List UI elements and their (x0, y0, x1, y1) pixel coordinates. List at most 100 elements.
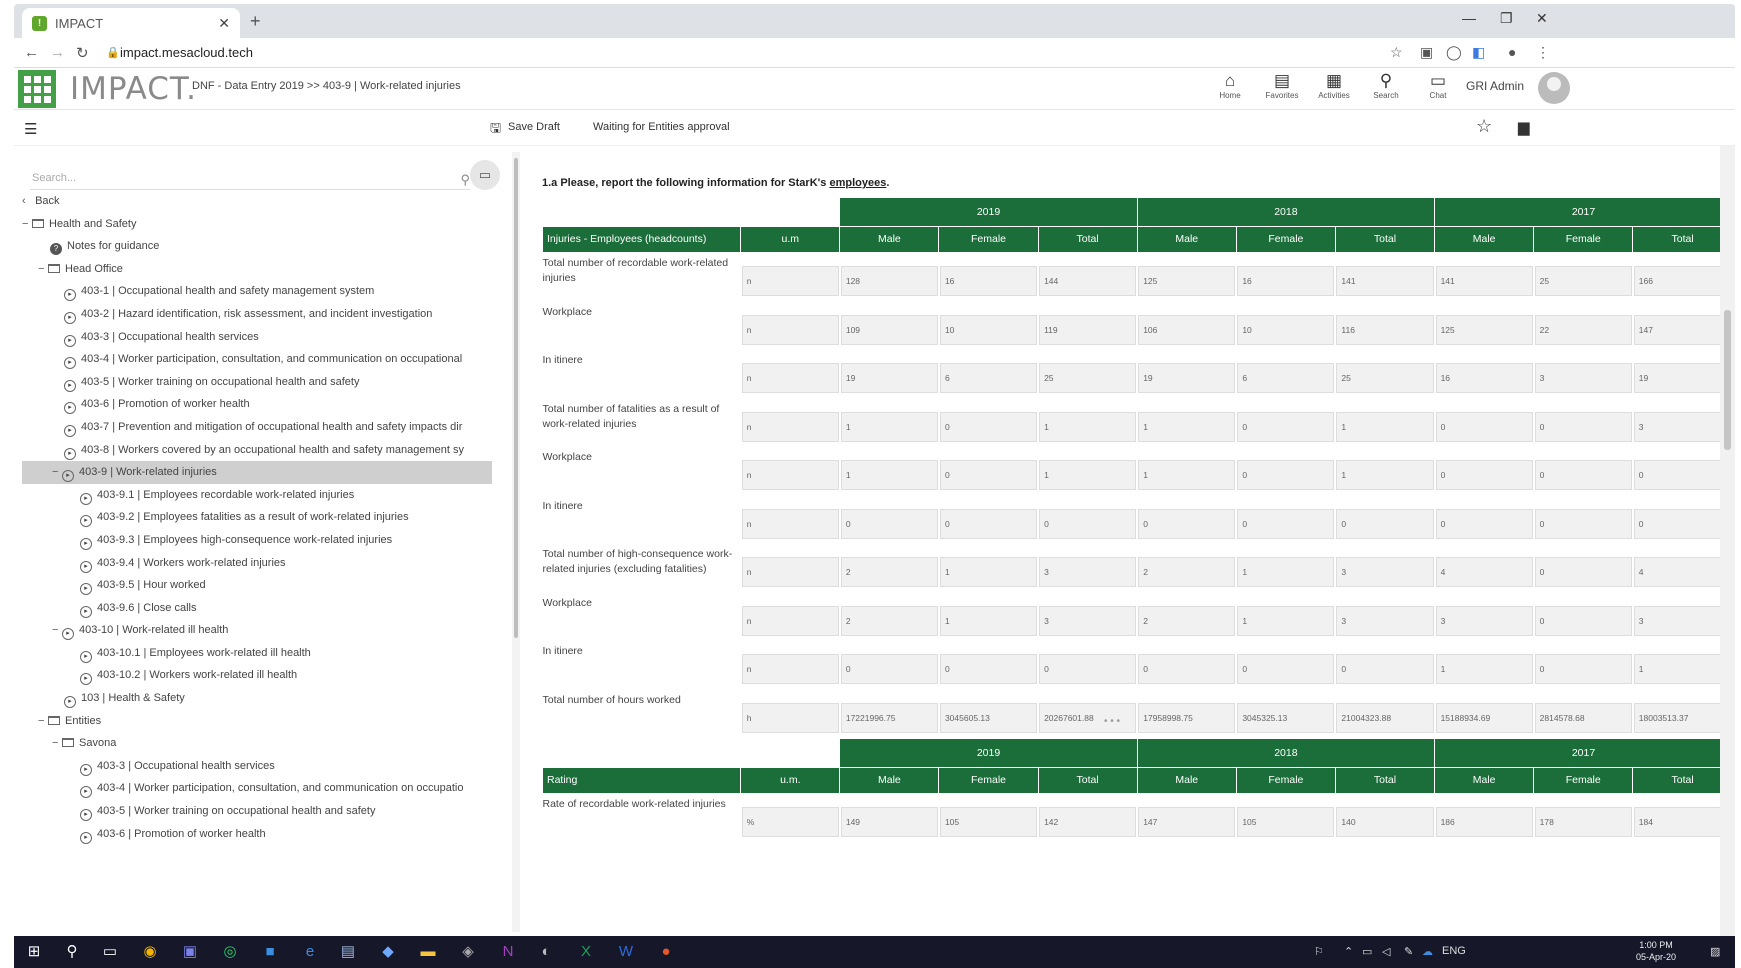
value-input[interactable]: 1 (1138, 460, 1236, 490)
value-input[interactable]: 16 (1237, 266, 1335, 296)
tree-node[interactable]: ▸ 403-3 | Occupational health services (22, 755, 492, 778)
value-input[interactable]: 6 (939, 363, 1038, 393)
value-input[interactable]: 2 (840, 557, 938, 587)
favorite-star-icon[interactable]: ☆ (1476, 116, 1492, 137)
value-input[interactable]: 0 (1138, 508, 1236, 539)
value-input[interactable]: 25 (1534, 266, 1632, 296)
tree-node[interactable]: ▸ 403-4 | Worker participation, consultat… (22, 348, 492, 371)
value-input[interactable]: 10 (939, 314, 1038, 345)
tree-node[interactable]: ▸ 403-2 | Hazard identification, risk ass… (22, 303, 492, 326)
value-input[interactable]: 25 (1336, 363, 1434, 393)
new-tab-icon[interactable]: + (250, 11, 261, 32)
value-input[interactable]: 0 (939, 460, 1038, 490)
value-input[interactable]: 0 (1435, 460, 1533, 490)
value-input[interactable]: 3 (1633, 605, 1728, 636)
value-input[interactable]: 0 (939, 411, 1038, 442)
value-input[interactable]: 0 (939, 654, 1038, 684)
search-icon[interactable]: ⚲ (460, 172, 470, 188)
tree-node[interactable]: ▸ 403-3 | Occupational health services (22, 326, 492, 349)
tree-node[interactable]: ▸ 403-9.6 | Close calls (22, 597, 492, 620)
bookmark-star-icon[interactable]: ☆ (1390, 44, 1403, 61)
sidebar-scroll-thumb[interactable] (514, 158, 518, 638)
onedrive-icon[interactable]: ☁ (1422, 945, 1433, 958)
sidebar-search-input[interactable]: Search... ⚲ (30, 172, 470, 190)
tree-node[interactable]: ▸ 403-6 | Promotion of worker health (22, 823, 492, 846)
value-input[interactable]: 0 (1237, 460, 1335, 490)
value-input[interactable]: 1 (1138, 411, 1236, 442)
apps-grid-icon[interactable] (18, 70, 56, 108)
value-input[interactable]: 0 (1237, 411, 1335, 442)
translate-icon[interactable]: ◧ (1472, 44, 1485, 61)
network-icon[interactable]: ▭ (1362, 945, 1372, 958)
value-input[interactable]: 0 (1435, 411, 1533, 442)
tree-node[interactable]: ▸ 403-9.4 | Workers work-related injuries (22, 552, 492, 575)
app-icon[interactable]: ■ (258, 941, 282, 963)
employees-link[interactable]: employees (829, 177, 886, 189)
um-field[interactable]: n (741, 460, 839, 490)
value-input[interactable]: 0 (939, 508, 1038, 539)
task-view-icon[interactable]: ▭ (98, 941, 122, 963)
language-indicator[interactable]: ENG (1442, 945, 1466, 957)
value-input[interactable]: 0 (1039, 654, 1137, 684)
tree-node[interactable]: ▸ 403-5 | Worker training on occupational… (22, 371, 492, 394)
value-input[interactable]: 2 (1138, 557, 1236, 587)
tree-node[interactable]: ▸ 403-4 | Worker participation, consultat… (22, 777, 492, 800)
value-input[interactable]: 1 (1039, 460, 1137, 490)
value-input[interactable]: 20267601.88 (1039, 702, 1137, 733)
close-window-icon[interactable]: ✕ (1536, 10, 1548, 27)
onenote-icon[interactable]: N (496, 941, 520, 963)
value-input[interactable]: 142 (1039, 807, 1137, 837)
value-input[interactable]: 1 (1336, 460, 1434, 490)
value-input[interactable]: 1 (939, 605, 1038, 636)
volume-icon[interactable]: ◁ (1382, 945, 1390, 958)
nav-home[interactable]: ⌂ Home (1204, 71, 1256, 100)
value-input[interactable]: 147 (1633, 314, 1728, 345)
nav-favorites[interactable]: ▤ Favorites (1256, 71, 1308, 100)
um-field[interactable]: n (741, 557, 839, 587)
tree-node[interactable]: ▸ 403-9.2 | Employees fatalities as a res… (22, 506, 492, 529)
tree-node[interactable]: ▸ 403-8 | Workers covered by an occupatio… (22, 439, 492, 462)
main-scrollbar[interactable] (1720, 146, 1735, 936)
value-input[interactable]: 3 (1435, 605, 1533, 636)
value-input[interactable]: 125 (1138, 266, 1236, 296)
whatsapp-icon[interactable]: ◎ (218, 941, 242, 963)
value-input[interactable]: 0 (1534, 605, 1632, 636)
value-input[interactable]: 1 (1039, 411, 1137, 442)
excel-icon[interactable]: X (574, 941, 598, 963)
value-input[interactable]: 140 (1336, 807, 1434, 837)
value-input[interactable]: 109 (840, 314, 938, 345)
value-input[interactable]: 1 (939, 557, 1038, 587)
reload-icon[interactable]: ↻ (76, 44, 89, 62)
value-input[interactable]: 3045325.13 (1237, 702, 1335, 733)
comment-icon[interactable]: ▆ (1518, 118, 1530, 136)
value-input[interactable]: 1 (840, 411, 938, 442)
value-input[interactable]: 0 (1336, 508, 1434, 539)
save-draft-button[interactable]: Save Draft (508, 121, 560, 133)
forward-arrow-icon[interactable]: → (50, 44, 65, 61)
value-input[interactable]: 125 (1435, 314, 1533, 345)
value-input[interactable]: 3 (1039, 557, 1137, 587)
value-input[interactable]: 1 (840, 460, 938, 490)
value-input[interactable]: 3 (1336, 557, 1434, 587)
value-input[interactable]: 25 (1039, 363, 1137, 393)
value-input[interactable]: 1 (1237, 557, 1335, 587)
value-input[interactable]: 0 (1138, 654, 1236, 684)
close-tab-icon[interactable]: ✕ (218, 15, 230, 32)
value-input[interactable]: 1 (1435, 654, 1533, 684)
user-name[interactable]: GRI Admin (1466, 79, 1524, 93)
tree-node[interactable]: − ▸ 403-10 | Work-related ill health (22, 619, 492, 642)
tree-node[interactable]: ▸ 403-6 | Promotion of worker health (22, 393, 492, 416)
value-input[interactable]: 1 (1237, 605, 1335, 636)
value-input[interactable]: 186 (1435, 807, 1533, 837)
value-input[interactable]: 21004323.88 (1336, 702, 1434, 733)
um-field[interactable]: h (741, 702, 839, 733)
um-field[interactable]: n (741, 266, 839, 296)
value-input[interactable]: 15188934.69 (1435, 702, 1533, 733)
file-explorer-icon[interactable]: ▬ (416, 941, 440, 963)
tree-node[interactable]: − Savona (22, 732, 492, 755)
um-field[interactable]: n (741, 605, 839, 636)
tree-node[interactable]: − Head Office (22, 258, 492, 281)
value-input[interactable]: 0 (1534, 411, 1632, 442)
value-input[interactable]: 149 (840, 807, 938, 837)
value-input[interactable]: 2814578.68 (1534, 702, 1632, 733)
